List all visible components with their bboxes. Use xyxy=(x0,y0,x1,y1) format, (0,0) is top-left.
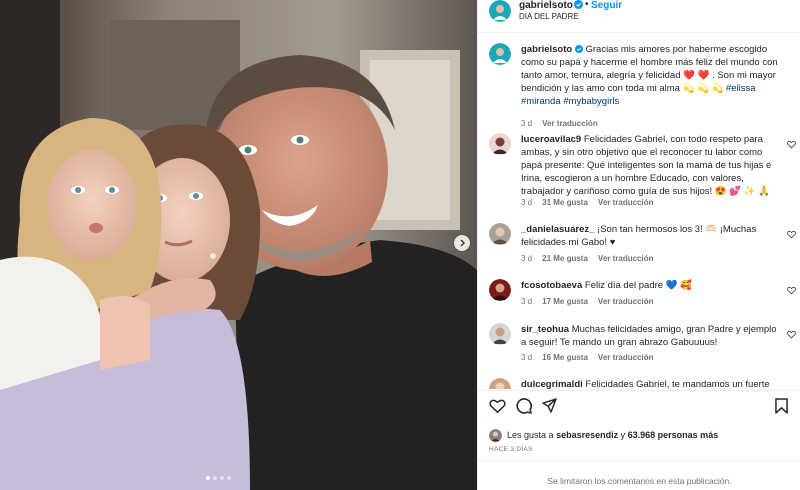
likes-count[interactable]: 63.968 personas más xyxy=(628,430,719,440)
hashtag[interactable]: #miranda xyxy=(521,96,561,107)
caption: gabrielsoto Gracias mis amores por haber… xyxy=(478,43,800,133)
save-button[interactable] xyxy=(775,398,788,417)
action-bar xyxy=(478,398,800,420)
comment-age: 3 d xyxy=(521,297,533,306)
liker-avatar xyxy=(489,429,502,442)
caption-meta: 3 d Ver traducción xyxy=(521,119,598,128)
likes-prefix: Les gusta a xyxy=(507,430,554,440)
bookmark-icon xyxy=(775,398,788,414)
verified-badge-icon xyxy=(574,0,583,12)
comment-like-button[interactable] xyxy=(787,286,796,298)
comment-meta: 3 d 17 Me gusta Ver traducción xyxy=(521,297,654,306)
carousel-dot xyxy=(220,476,224,480)
comment-like-button[interactable] xyxy=(787,140,796,152)
comment-item: dulcegrimaldi Felicidades Gabriel, te ma… xyxy=(478,378,800,389)
commenter-avatar[interactable] xyxy=(489,223,511,245)
heart-icon xyxy=(787,287,796,295)
post-side-panel: gabrielsoto • Seguir DIA DEL PADRE gabri… xyxy=(477,0,800,490)
comment-item: fcosotobaeva Feliz día del padre 💙 🥰 3 d… xyxy=(478,279,800,311)
commenter-avatar[interactable] xyxy=(489,279,511,301)
author-username[interactable]: gabrielsoto xyxy=(519,0,573,11)
commenter-username[interactable]: dulcegrimaldi xyxy=(521,379,583,389)
post-header: gabrielsoto • Seguir DIA DEL PADRE xyxy=(478,0,800,28)
heart-icon xyxy=(787,231,796,239)
commenter-username[interactable]: luceroavilac9 xyxy=(521,134,581,145)
likes-summary[interactable]: Les gusta a sebasresendiz y 63.968 perso… xyxy=(489,429,799,443)
comment-text: Felicidades Gabriel, te mandamos un fuer… xyxy=(585,379,770,389)
comment-like-button[interactable] xyxy=(787,330,796,342)
comment-age: 3 d xyxy=(521,353,533,362)
comment-item: luceroavilac9 Felicidades Gabriel, con t… xyxy=(478,133,800,213)
comment-likes[interactable]: 21 Me gusta xyxy=(542,254,588,263)
comment-meta: 3 d 21 Me gusta Ver traducción xyxy=(521,254,654,263)
translate-link[interactable]: Ver traducción xyxy=(542,119,598,128)
comments-list[interactable]: gabrielsoto Gracias mis amores por haber… xyxy=(478,33,800,389)
post-subtitle: DIA DEL PADRE xyxy=(519,12,579,21)
comment-meta: 3 d 31 Me gusta Ver traducción xyxy=(521,198,654,207)
comment-likes[interactable]: 17 Me gusta xyxy=(542,297,588,306)
verified-badge-icon xyxy=(574,45,583,53)
liker-username[interactable]: sebasresendiz xyxy=(556,430,618,440)
hashtag[interactable]: #elissa xyxy=(726,83,756,94)
comment-age: 3 d xyxy=(521,254,533,263)
comment-button[interactable] xyxy=(516,398,532,417)
author-avatar[interactable] xyxy=(489,0,511,22)
follow-button[interactable]: Seguir xyxy=(591,0,622,11)
comment-like-button[interactable] xyxy=(787,230,796,242)
post-media[interactable] xyxy=(0,0,477,490)
caption-username[interactable]: gabrielsoto xyxy=(521,44,572,55)
carousel-dot xyxy=(206,476,210,480)
carousel-dot xyxy=(227,476,231,480)
comment-icon xyxy=(516,398,532,414)
divider xyxy=(478,460,800,461)
comment-likes[interactable]: 31 Me gusta xyxy=(542,198,588,207)
comment-text-block: sir_teohua Muchas felicidades amigo, gra… xyxy=(521,323,783,349)
caption-avatar[interactable] xyxy=(489,43,511,65)
comment-text-block: dulcegrimaldi Felicidades Gabriel, te ma… xyxy=(521,378,783,389)
comment-item: _danielasuarez_ ¡Son tan hermosos los 3!… xyxy=(478,223,800,268)
share-icon xyxy=(542,398,557,413)
share-button[interactable] xyxy=(542,398,557,416)
hashtag[interactable]: #mybabygirls xyxy=(563,96,619,107)
commenter-username[interactable]: _danielasuarez_ xyxy=(521,224,594,235)
comment-text-block: fcosotobaeva Feliz día del padre 💙 🥰 xyxy=(521,279,783,292)
comment-item: sir_teohua Muchas felicidades amigo, gra… xyxy=(478,323,800,368)
comment-text: Feliz día del padre 💙 🥰 xyxy=(584,280,692,291)
commenter-avatar[interactable] xyxy=(489,323,511,345)
translate-link[interactable]: Ver traducción xyxy=(598,254,654,263)
post-timestamp[interactable]: HACE 3 DÍAS xyxy=(489,446,533,453)
comment-text-block: luceroavilac9 Felicidades Gabriel, con t… xyxy=(521,133,783,198)
commenter-username[interactable]: fcosotobaeva xyxy=(521,280,582,291)
commenter-avatar[interactable] xyxy=(489,133,511,155)
comment-likes[interactable]: 16 Me gusta xyxy=(542,353,588,362)
likes-connector: y xyxy=(620,430,626,440)
caption-age: 3 d xyxy=(521,119,533,128)
post-dialog: gabrielsoto • Seguir DIA DEL PADRE gabri… xyxy=(0,0,800,490)
post-photo xyxy=(0,0,477,490)
carousel-dots xyxy=(206,476,231,480)
comments-limited-notice: Se limitaron los comentarios en esta pub… xyxy=(547,476,732,486)
commenter-username[interactable]: sir_teohua xyxy=(521,324,569,335)
carousel-next-button[interactable] xyxy=(454,235,470,251)
translate-link[interactable]: Ver traducción xyxy=(598,353,654,362)
translate-link[interactable]: Ver traducción xyxy=(598,198,654,207)
chevron-right-icon xyxy=(460,239,465,247)
likes-text: Les gusta a sebasresendiz y 63.968 perso… xyxy=(507,430,718,440)
like-button[interactable] xyxy=(489,398,506,417)
commenter-avatar[interactable] xyxy=(489,378,511,389)
heart-icon xyxy=(787,141,796,149)
heart-icon xyxy=(787,331,796,339)
translate-link[interactable]: Ver traducción xyxy=(598,297,654,306)
comment-meta: 3 d 16 Me gusta Ver traducción xyxy=(521,353,654,362)
carousel-dot xyxy=(213,476,217,480)
divider xyxy=(478,390,800,391)
separator-dot: • xyxy=(585,0,589,10)
caption-text-block: gabrielsoto Gracias mis amores por haber… xyxy=(521,43,783,108)
heart-icon xyxy=(489,399,506,414)
comment-text-block: _danielasuarez_ ¡Son tan hermosos los 3!… xyxy=(521,223,783,249)
comment-age: 3 d xyxy=(521,198,533,207)
